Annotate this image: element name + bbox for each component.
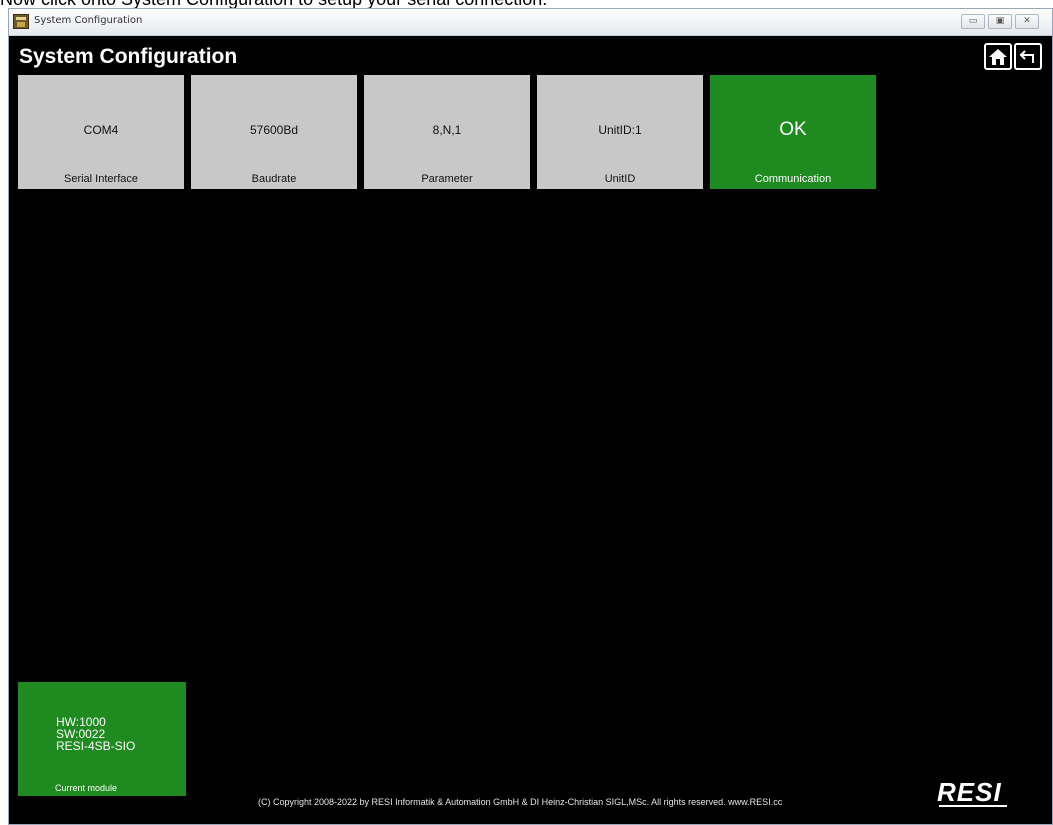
page-title: System Configuration <box>19 45 238 68</box>
close-button[interactable]: ✕ <box>1015 14 1039 29</box>
module-label: Current module <box>54 783 118 793</box>
tile-value: COM4 <box>83 123 119 137</box>
tile-label: Baudrate <box>251 173 297 185</box>
tile-label: Serial Interface <box>64 173 138 185</box>
current-module-tile[interactable]: HW:1000 SW:0022 RESI-4SB-SIO Current mod… <box>18 682 186 796</box>
module-name: RESI-4SB-SIO <box>56 739 136 753</box>
tile-communication[interactable]: OK Communication <box>710 75 876 189</box>
minimize-button[interactable]: ▭ <box>961 14 985 29</box>
window-title: System Configuration <box>34 15 143 26</box>
tile-label: Communication <box>754 173 832 185</box>
tile-baudrate[interactable]: 57600Bd Baudrate <box>191 75 357 189</box>
home-icon <box>989 49 1007 65</box>
tile-serial-interface[interactable]: COM4 Serial Interface <box>18 75 184 189</box>
home-button[interactable] <box>984 43 1012 70</box>
app-window: System Configuration ▭ ▣ ✕ System Config… <box>8 8 1053 825</box>
tile-value: UnitID:1 <box>598 123 642 137</box>
back-arrow-icon <box>1019 50 1034 63</box>
tile-value: OK <box>779 119 807 140</box>
tile-parameter[interactable]: 8,N,1 Parameter <box>364 75 530 189</box>
resi-logo: RESI <box>937 777 1002 807</box>
tile-unitid[interactable]: UnitID:1 UnitID <box>537 75 703 189</box>
tile-label: UnitID <box>604 173 636 185</box>
maximize-button[interactable]: ▣ <box>988 14 1012 29</box>
logo-underline <box>939 805 1007 807</box>
tile-value: 57600Bd <box>249 123 299 137</box>
tile-value: 8,N,1 <box>432 123 462 137</box>
back-button[interactable] <box>1014 43 1042 70</box>
tile-label: Parameter <box>421 173 473 185</box>
window-titlebar: System Configuration ▭ ▣ ✕ <box>9 9 1052 36</box>
copyright-text: (C) Copyright 2008-2022 by RESI Informat… <box>258 797 783 807</box>
app-icon <box>13 14 29 29</box>
